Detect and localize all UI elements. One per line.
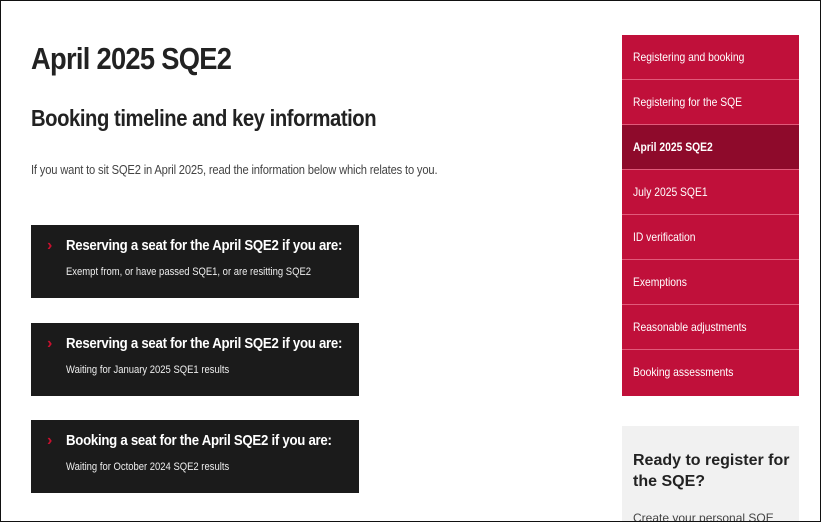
sidebar-item-id-verification[interactable]: ID verification xyxy=(622,215,799,260)
chevron-right-icon: › xyxy=(47,432,53,449)
accordion-card-awaiting-sqe1[interactable]: › Reserving a seat for the April SQE2 if… xyxy=(31,323,359,396)
sidebar-item-july-2025-sqe1[interactable]: July 2025 SQE1 xyxy=(622,170,799,215)
sidebar-item-registering-and-booking[interactable]: Registering and booking xyxy=(622,35,799,80)
sidebar-item-label: ID verification xyxy=(633,230,696,244)
sidebar-item-april-2025-sqe2[interactable]: April 2025 SQE2 xyxy=(622,125,799,170)
sidebar-nav: Registering and booking Registering for … xyxy=(622,35,799,396)
sidebar-item-reasonable-adjustments[interactable]: Reasonable adjustments xyxy=(622,305,799,350)
intro-text: If you want to sit SQE2 in April 2025, r… xyxy=(31,162,438,177)
card-title: Reserving a seat for the April SQE2 if y… xyxy=(66,237,343,254)
card-subtitle: Waiting for October 2024 SQE2 results xyxy=(66,461,230,473)
page-frame: April 2025 SQE2 Booking timeline and key… xyxy=(0,0,821,522)
ready-to-register-panel: Ready to register for the SQE? Create yo… xyxy=(622,426,799,522)
sidebar-item-label: April 2025 SQE2 xyxy=(633,140,713,154)
sidebar-item-exemptions[interactable]: Exemptions xyxy=(622,260,799,305)
sidebar-item-label: Registering for the SQE xyxy=(633,95,742,109)
section-title: Booking timeline and key information xyxy=(31,105,377,131)
card-title: Reserving a seat for the April SQE2 if y… xyxy=(66,335,343,352)
sidebar-item-booking-assessments[interactable]: Booking assessments xyxy=(622,350,799,396)
ready-panel-text: Create your personal SQE xyxy=(633,511,774,522)
sidebar-item-label: Registering and booking xyxy=(633,50,745,64)
chevron-right-icon: › xyxy=(47,335,53,352)
sidebar-item-registering-for-sqe[interactable]: Registering for the SQE xyxy=(622,80,799,125)
sidebar-item-label: Reasonable adjustments xyxy=(633,320,747,334)
chevron-right-icon: › xyxy=(47,237,53,254)
ready-panel-title: Ready to register for the SQE? xyxy=(633,452,790,490)
sidebar-item-label: Exemptions xyxy=(633,275,687,289)
card-title: Booking a seat for the April SQE2 if you… xyxy=(66,432,332,449)
card-subtitle: Waiting for January 2025 SQE1 results xyxy=(66,364,230,376)
accordion-card-awaiting-sqe2[interactable]: › Booking a seat for the April SQE2 if y… xyxy=(31,420,359,493)
page-title: April 2025 SQE2 xyxy=(31,41,232,76)
sidebar-item-label: Booking assessments xyxy=(633,365,734,379)
accordion-card-exempt[interactable]: › Reserving a seat for the April SQE2 if… xyxy=(31,225,359,298)
card-subtitle: Exempt from, or have passed SQE1, or are… xyxy=(66,266,312,278)
sidebar-item-label: July 2025 SQE1 xyxy=(633,185,708,199)
